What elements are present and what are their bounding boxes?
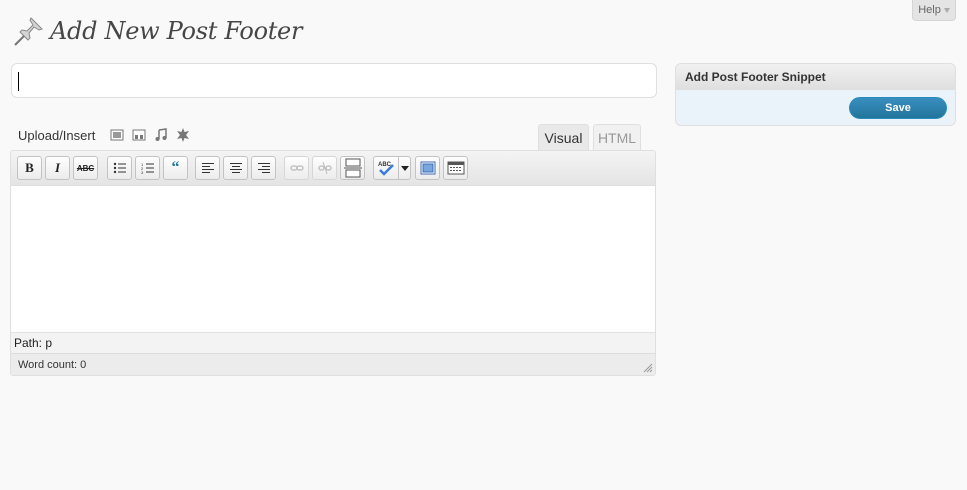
align-right-button[interactable]: [251, 156, 276, 180]
audio-icon[interactable]: [153, 127, 169, 143]
more-tag-icon: [343, 158, 362, 178]
kitchen-sink-icon: [447, 161, 464, 175]
tab-html[interactable]: HTML: [593, 124, 641, 151]
svg-text:3: 3: [141, 170, 144, 174]
align-left-button[interactable]: [195, 156, 220, 180]
align-left-icon: [201, 163, 214, 173]
caret-down-icon: [400, 165, 409, 171]
align-right-icon: [257, 163, 270, 173]
word-count: Word count: 0: [11, 353, 655, 375]
page-header: Add New Post Footer: [12, 14, 302, 48]
insert-link-button[interactable]: [284, 156, 309, 180]
upload-insert-bar: Upload/Insert: [18, 127, 191, 143]
editor-path: Path: p: [11, 332, 655, 353]
insert-more-button[interactable]: [340, 156, 365, 180]
upload-insert-label: Upload/Insert: [18, 127, 96, 143]
title-input[interactable]: [11, 63, 657, 98]
chevron-down-icon: [943, 8, 950, 13]
blockquote-button[interactable]: “: [163, 156, 188, 180]
align-center-icon: [229, 163, 242, 173]
unlink-icon: [317, 161, 332, 175]
help-tab[interactable]: Help: [912, 0, 956, 21]
post-footer-snippet-box: Add Post Footer Snippet Save: [675, 63, 956, 126]
numbered-list-icon: 123: [141, 162, 154, 174]
strikethrough-button[interactable]: ABC: [73, 156, 98, 180]
fullscreen-button[interactable]: [415, 156, 440, 180]
text-cursor: [18, 72, 19, 91]
editor-toolbar: B I ABC 123 “ ABC: [11, 151, 655, 186]
italic-button[interactable]: I: [45, 156, 70, 180]
link-icon: [289, 165, 304, 171]
image-icon[interactable]: [109, 127, 125, 143]
kitchen-sink-button[interactable]: [443, 156, 468, 180]
video-icon[interactable]: [131, 127, 147, 143]
unlink-button[interactable]: [312, 156, 337, 180]
spellcheck-button[interactable]: ABC: [373, 156, 399, 180]
spellcheck-icon: ABC: [378, 162, 394, 176]
page-title: Add New Post Footer: [50, 17, 303, 45]
help-label: Help: [918, 4, 941, 16]
media-icon[interactable]: [175, 127, 191, 143]
resize-handle-icon[interactable]: [641, 361, 653, 373]
box-title: Add Post Footer Snippet: [676, 64, 955, 90]
tab-visual[interactable]: Visual: [538, 124, 589, 151]
bold-button[interactable]: B: [17, 156, 42, 180]
save-button[interactable]: Save: [849, 97, 947, 119]
spellcheck-dropdown[interactable]: [398, 156, 411, 180]
bullet-list-icon: [113, 162, 126, 174]
align-center-button[interactable]: [223, 156, 248, 180]
numbered-list-button[interactable]: 123: [135, 156, 160, 180]
fullscreen-icon: [420, 161, 435, 175]
pushpin-icon: [14, 17, 43, 46]
editor-content-area[interactable]: [11, 186, 655, 332]
content-editor: B I ABC 123 “ ABC Path: p Word count: 0: [10, 150, 656, 376]
bullet-list-button[interactable]: [107, 156, 132, 180]
